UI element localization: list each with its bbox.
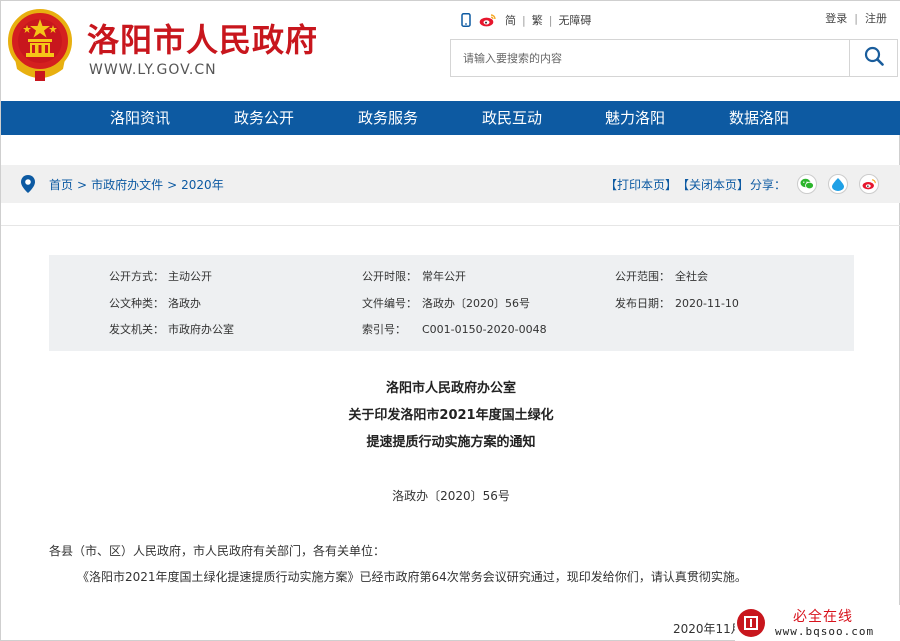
location-pin-icon [21,175,35,197]
watermark: 必全在线 www.bqsoo.com [735,605,900,641]
meta-label: 文件编号： [362,297,417,310]
meta-value: 2020-11-10 [675,297,739,310]
meta-value: C001-0150-2020-0048 [422,323,547,336]
nav-item-news[interactable]: 洛阳资讯 [110,101,170,135]
meta-label: 发文机关： [109,323,164,336]
meta-label: 公开范围： [615,270,670,283]
search-input[interactable] [451,40,849,76]
account-links: 登录 | 注册 [825,10,887,26]
simplified-chinese-link[interactable]: 简 [505,12,516,28]
divider: | [854,11,858,25]
meta-value: 全社会 [675,270,708,283]
meta-label: 公开方式： [109,270,164,283]
close-page-link[interactable]: 【关闭本页】 [677,176,749,193]
meta-label: 公开时限： [362,270,417,283]
mobile-icon[interactable] [461,13,471,27]
site-url: WWW.LY.GOV.CN [89,62,217,78]
breadcrumb-separator: > [167,177,178,192]
print-page-link[interactable]: 【打印本页】 [605,176,677,193]
meta-value: 主动公开 [168,270,212,283]
login-link[interactable]: 登录 [825,10,847,26]
site-name[interactable]: 洛阳市人民政府 [87,15,318,61]
meta-value: 洛政办 [168,297,201,310]
search-icon [864,46,884,70]
document-number: 洛政办〔2020〕56号 [392,489,510,503]
meta-label: 公文种类： [109,297,164,310]
national-emblem-icon[interactable] [7,9,73,83]
share-label: 分享： [750,178,787,192]
watermark-brand: 必全在线 [793,609,853,625]
nav-item-interaction[interactable]: 政民互动 [482,101,542,135]
nav-item-charm-luoyang[interactable]: 魅力洛阳 [605,101,665,135]
wechat-icon[interactable] [797,174,817,194]
breadcrumb-year[interactable]: 2020年 [181,176,224,193]
search-box [450,39,898,77]
page: 洛阳市人民政府 WWW.LY.GOV.CN 简 | 繁 | 无障碍 登录 | 注… [0,0,900,641]
divider: | [548,13,553,27]
meta-label: 发布日期： [615,297,670,310]
document-body-paragraph: 《洛阳市2021年度国土绿化提速提质行动实施方案》已经市政府第64次常务会议研究… [77,570,747,584]
nav-item-government-affairs-open[interactable]: 政务公开 [234,101,294,135]
breadcrumb-category[interactable]: 市政府办文件 [91,176,163,193]
document-title-line: 提速提质行动实施方案的通知 [366,435,536,450]
weibo-icon[interactable] [479,13,497,27]
document-salutation: 各县（市、区）人民政府，市人民政府有关部门，各有关单位： [49,544,386,558]
weibo-share-icon[interactable] [859,174,879,194]
accessibility-link[interactable]: 无障碍 [558,12,591,28]
register-link[interactable]: 注册 [865,10,887,26]
meta-value: 常年公开 [422,270,466,283]
document-title-line: 洛阳市人民政府办公室 [385,381,516,396]
nav-item-data-luoyang[interactable]: 数据洛阳 [729,101,789,135]
divider: | [522,13,526,27]
meta-label: 索引号： [362,323,406,336]
divider [1,225,900,226]
top-links: 简 | 繁 | 无障碍 [461,10,591,30]
bqsoo-logo-icon [737,609,765,637]
document-meta-table: 公开方式： 主动公开 公开时限： 常年公开 公开范围： 全社会 公文种类： 洛政… [49,255,854,351]
traditional-chinese-link[interactable]: 繁 [532,12,543,28]
page-tools: 【打印本页】 【关闭本页】 [605,176,749,193]
watermark-url: www.bqsoo.com [775,625,875,638]
meta-value: 洛政办〔2020〕56号 [422,297,530,310]
search-button[interactable] [849,40,897,76]
main-nav: 洛阳资讯 政务公开 政务服务 政民互动 魅力洛阳 数据洛阳 [1,101,900,135]
qzone-icon[interactable] [828,174,848,194]
breadcrumb-bar: 首页 > 市政府办文件 > 2020年 【打印本页】 【关闭本页】 分享： [1,165,900,203]
nav-item-government-services[interactable]: 政务服务 [358,101,418,135]
document-title-line: 关于印发洛阳市2021年度国土绿化 [348,408,554,423]
site-header: 洛阳市人民政府 WWW.LY.GOV.CN 简 | 繁 | 无障碍 登录 | 注… [1,1,900,101]
breadcrumb-separator: > [77,177,88,192]
breadcrumb-home[interactable]: 首页 [49,176,73,193]
breadcrumb: 首页 > 市政府办文件 > 2020年 [49,176,224,193]
meta-value: 市政府办公室 [168,323,234,336]
